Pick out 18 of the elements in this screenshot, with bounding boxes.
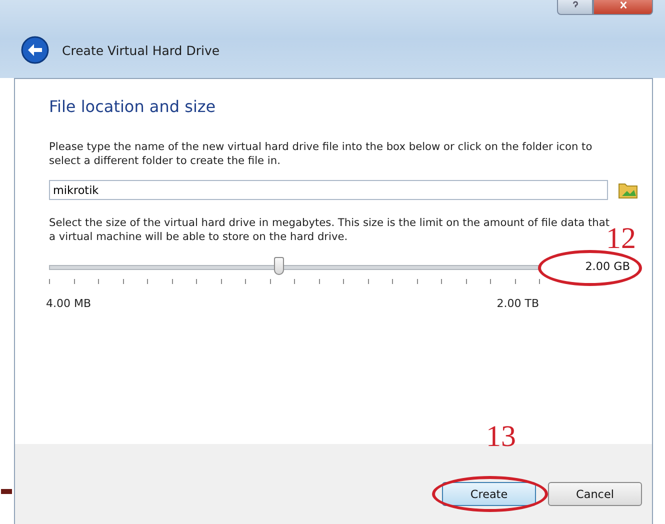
max-size-label: 2.00 TB	[496, 297, 539, 310]
size-description: Select the size of the virtual hard drive in megabytes. This size is the limit on the amount of file data that a virtual machine will be able to store on the hard drive.	[49, 216, 610, 243]
file-name-field[interactable]: mikrotik	[49, 180, 608, 200]
size-value: 2.00 GB	[585, 260, 630, 273]
cancel-button[interactable]: Cancel	[548, 482, 642, 506]
slider-thumb[interactable]	[274, 257, 284, 275]
folder-icon[interactable]	[618, 181, 638, 199]
help-button[interactable]	[557, 0, 593, 15]
min-size-label: 4.00 MB	[46, 297, 92, 310]
close-button[interactable]	[593, 0, 653, 15]
annotation-number: 13	[486, 422, 516, 452]
edge-marker	[1, 489, 12, 494]
location-description: Please type the name of the new virtual hard drive file into the box below or click on the folder icon to select a different folder to create the file in.	[49, 140, 594, 168]
close-icon	[618, 1, 628, 10]
create-button[interactable]: Create	[442, 482, 536, 506]
page-heading: File location and size	[49, 97, 217, 116]
help-icon	[570, 1, 580, 10]
window-title: Create Virtual Hard Drive	[62, 42, 220, 58]
